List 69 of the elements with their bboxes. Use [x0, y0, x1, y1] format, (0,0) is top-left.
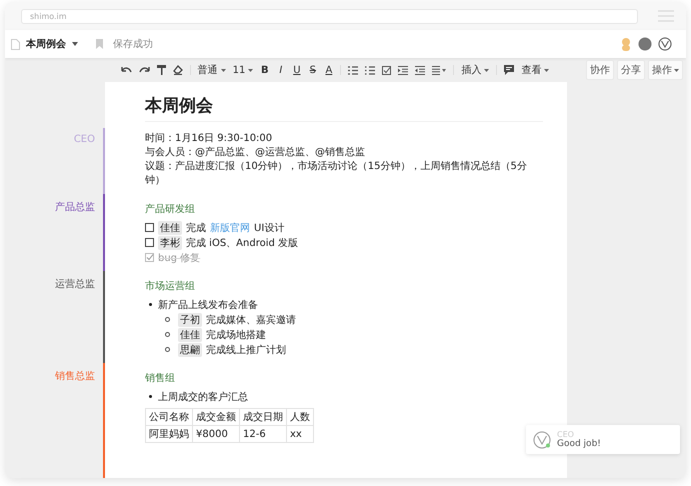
- table-header-cell: 公司名称: [146, 408, 192, 426]
- meeting-info: 时间：1月16日 9:30-10:00: [145, 132, 274, 146]
- table-header-cell: 人数: [286, 408, 314, 426]
- table-cell: 阿里妈妈: [146, 426, 192, 442]
- eraser-icon[interactable]: [172, 65, 183, 75]
- format-button[interactable]: I: [276, 64, 286, 76]
- task-text: 完成媒体、嘉宾邀请: [206, 314, 296, 326]
- mention-tag[interactable]: 佳佳: [158, 220, 182, 234]
- document-icon: [11, 38, 20, 50]
- checkbox[interactable]: [145, 253, 154, 262]
- section-heading: 市场运营组: [145, 280, 196, 293]
- bulleted-list-icon[interactable]: [365, 66, 376, 74]
- meeting-info: 与会人员：@产品总监、@运营总监、@销售总监: [145, 146, 366, 160]
- table-cell: ¥8000: [192, 426, 240, 442]
- format-button[interactable]: B: [260, 64, 270, 76]
- task-text: 完成场地搭建: [206, 328, 266, 342]
- indent-icon[interactable]: [398, 66, 408, 74]
- checklist-icon[interactable]: [382, 66, 392, 74]
- caret-icon: [544, 68, 550, 72]
- table-cell: xx: [286, 426, 314, 442]
- format-button[interactable]: U: [292, 64, 302, 76]
- outdent-icon[interactable]: [415, 66, 426, 74]
- table-cell: 12-6: [240, 426, 286, 442]
- document-title[interactable]: 本周例会: [26, 37, 66, 51]
- redo-icon[interactable]: [138, 66, 150, 74]
- insert-dropdown[interactable]: 插入: [461, 63, 490, 77]
- author-label: 销售总监: [55, 370, 95, 383]
- caret-icon: [248, 68, 254, 72]
- meeting-info: 议题：产品进度汇报（10分钟），市场活动讨论（15分钟），上周销售情况总结（5分钟）: [145, 160, 528, 188]
- align-icon[interactable]: [432, 66, 446, 74]
- mention-tag[interactable]: 李彬: [158, 236, 182, 250]
- comment-text: Good job!: [557, 439, 601, 449]
- section-heading: 产品研发组: [145, 202, 196, 216]
- author-label: 运营总监: [55, 278, 95, 291]
- caret-icon[interactable]: [72, 42, 78, 46]
- task-text: 完成线上推广计划: [206, 344, 286, 356]
- bullet-item: 新产品上线发布会准备: [158, 298, 258, 312]
- caret-icon: [484, 68, 490, 72]
- task-text: 完成: [186, 222, 206, 234]
- comment-icon[interactable]: [504, 65, 514, 75]
- toolbar-button[interactable]: 操作: [648, 60, 683, 80]
- task-text: UI设计: [254, 222, 284, 234]
- font-size-dropdown[interactable]: 11: [232, 64, 254, 76]
- toolbar-button[interactable]: 协作: [586, 60, 614, 80]
- view-dropdown[interactable]: 查看: [521, 63, 550, 77]
- mention-tag[interactable]: 思翩: [178, 342, 202, 356]
- document-heading: 本周例会: [145, 94, 543, 122]
- user-avatar-icon: [533, 430, 551, 448]
- task-text: 完成 iOS、Android 发版: [186, 236, 298, 250]
- format-button[interactable]: S: [308, 64, 318, 76]
- section-heading: 销售组: [145, 372, 176, 385]
- author-label: 产品总监: [55, 200, 95, 214]
- toolbar-button[interactable]: 分享: [617, 60, 645, 80]
- caret-icon: [674, 68, 679, 72]
- table-header-cell: 成交金额: [192, 408, 240, 426]
- checkbox[interactable]: [145, 223, 154, 232]
- user-avatar-icon[interactable]: [658, 37, 672, 51]
- user-avatar-icon[interactable]: [638, 37, 652, 51]
- bullet-item: 上周成交的客户汇总: [158, 390, 248, 404]
- text-style-dropdown[interactable]: 普通: [198, 63, 226, 77]
- caret-icon: [220, 68, 226, 72]
- table-header-cell: 成交日期: [240, 408, 286, 426]
- save-status: 保存成功: [113, 38, 153, 51]
- author-label: CEO: [74, 134, 95, 145]
- undo-icon[interactable]: [120, 66, 132, 74]
- checkbox[interactable]: [145, 238, 154, 247]
- mention-tag[interactable]: 佳佳: [178, 328, 202, 342]
- mention-tag[interactable]: 子初: [178, 312, 202, 326]
- format-button[interactable]: A: [324, 64, 334, 76]
